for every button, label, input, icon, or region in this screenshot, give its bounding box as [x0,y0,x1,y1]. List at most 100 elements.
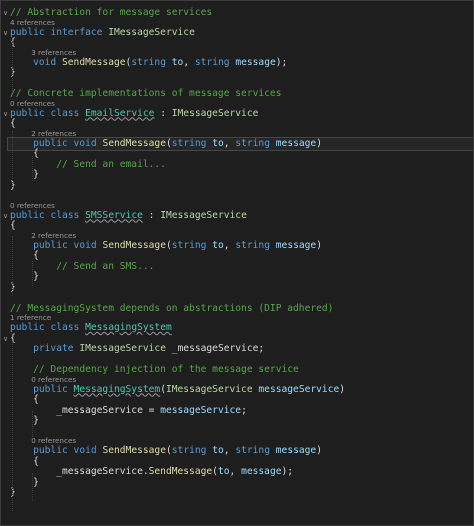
code-token: SendMessage [102,239,166,251]
code-line: private IMessageService _messageService; [10,343,473,355]
code-token: // Abstraction for message services [10,7,213,18]
code-token: public [10,209,45,221]
code-line: } [10,67,473,79]
code-token: } [10,169,39,180]
codelens-text[interactable]: 1 reference [10,313,51,322]
code-token: interface [50,26,103,38]
code-token: IMessageService [171,107,259,119]
code-token: ) [316,137,322,149]
indent-guide [11,41,13,91]
code-token: to [212,445,224,456]
code-token: { [10,394,39,405]
code-token: string [235,445,270,456]
code-token: ); [281,466,294,477]
code-line: } [10,415,473,427]
code-token: : [154,107,172,119]
code-token: { [10,118,16,129]
codelens-text[interactable]: 0 references [31,375,76,384]
code-token: SMSService [85,209,143,221]
codelens-references[interactable]: 0 references [10,99,473,108]
code-token: void [73,239,97,251]
fold-chevron-icon[interactable]: ∨ [3,29,9,36]
codelens-text[interactable]: 4 references [10,18,55,27]
code-line: } [10,282,473,294]
codelens-references[interactable]: 2 references [31,231,473,240]
code-token: message [275,445,317,456]
code-token: } [10,271,39,282]
code-token: MessagingSystem [85,322,172,333]
codelens-references[interactable]: 0 references [10,201,473,210]
code-token: message [275,137,317,149]
indent-guide [32,156,33,181]
code-token: { [10,148,39,159]
fold-chevron-icon[interactable]: ∨ [3,10,9,17]
code-token: string [235,137,270,149]
code-token: messageService [160,404,242,416]
code-token: SendMessage [62,56,126,68]
codelens-text[interactable]: 0 references [10,201,55,210]
code-token: public [10,26,45,38]
fold-chevron-icon[interactable]: ∨ [3,335,9,342]
code-token: // MessagingSystem depends on abstractio… [10,302,334,314]
code-token: // Send an email... [56,158,166,170]
code-token: EmailService [85,107,155,119]
code-token: IMessageService [160,209,247,221]
code-token: , [223,445,236,456]
codelens-references[interactable]: 4 references [10,18,473,27]
codelens-references[interactable]: 0 references [31,436,473,445]
code-token: class [50,209,80,221]
code-token: public [33,383,68,395]
codelens-text[interactable]: 2 references [31,129,76,138]
code-token: messageService [258,383,340,395]
code-token: void [73,445,97,456]
code-token: IMessageService [108,26,195,38]
code-token: // Dependency injection of the message s… [33,364,299,375]
codelens-text[interactable]: 2 references [31,231,76,240]
code-token: string [131,56,166,68]
indent-guide [11,341,13,511]
code-token: SendMessage [102,445,166,456]
code-token: message [235,56,276,68]
code-token: string [171,445,207,456]
code-token: // Send an SMS... [56,260,155,272]
code-token: , [223,137,236,149]
code-token: to [217,466,230,477]
code-token: ) [316,239,322,251]
codelens-text[interactable]: 0 references [10,99,55,108]
code-token: class [50,322,80,333]
code-editor[interactable]: // Abstraction for message services 4 ref… [0,0,474,526]
fold-chevron-icon[interactable]: ∨ [3,110,9,117]
code-token: message [241,466,282,477]
code-token: , [223,239,236,251]
code-token: { [10,455,39,467]
code-token: public [33,239,68,251]
code-token: to [212,137,224,149]
code-token: private [33,343,74,354]
code-token: IMessageService [79,343,166,354]
code-token: public [10,107,45,119]
indent-guide [11,236,13,296]
code-token: } [10,476,39,488]
fold-chevron-icon[interactable]: ∨ [3,212,9,219]
codelens-references[interactable]: 2 references [31,129,473,138]
code-token: // Concrete implementations of message s… [10,88,282,99]
code-token: _messageService; [165,343,265,354]
code-token: SendMessage [148,466,213,477]
codelens-references[interactable]: 3 references [31,48,473,57]
codelens-references[interactable]: 1 reference [10,313,473,322]
codelens-references[interactable]: 0 references [31,375,473,384]
code-token: ) [339,383,346,395]
code-token: string [235,239,270,251]
code-token: ) [316,445,322,456]
codelens-text[interactable]: 0 references [31,436,76,445]
codelens-text[interactable]: 3 references [31,48,76,57]
indent-guide [32,411,33,441]
code-token: to [212,239,224,251]
code-token: , [229,466,242,477]
